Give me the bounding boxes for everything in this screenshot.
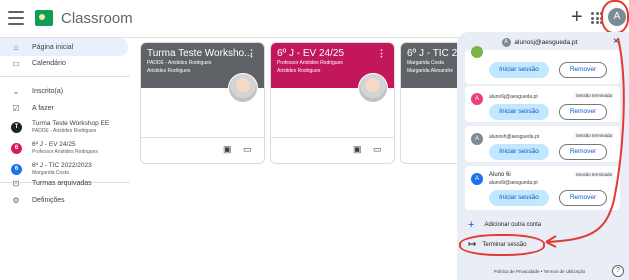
- sidebar-class-item[interactable]: 6 6º J - EV 24/25 Professor Aristides Ro…: [0, 137, 130, 159]
- login-button[interactable]: Iniciar sessão: [489, 144, 549, 160]
- remove-button[interactable]: Remover: [559, 62, 607, 78]
- sidebar-class-item[interactable]: T Turma Teste Workshop EE PADDE - Aristi…: [0, 116, 130, 138]
- remove-button[interactable]: Remover: [559, 190, 607, 206]
- add-account-button[interactable]: + Adicionar outra conta: [465, 219, 541, 231]
- class-avatar: 6: [11, 163, 22, 175]
- sidebar-item-label: Turmas arquivadas: [32, 179, 92, 187]
- account-email: aluno6i@aesgueda.pt: [489, 180, 538, 186]
- enrolled-icon: ⌄: [12, 86, 20, 96]
- sidebar-item-enrolled[interactable]: ⌄ Inscrito(a): [0, 82, 130, 100]
- popup-avatar: A: [501, 38, 511, 47]
- login-button[interactable]: Iniciar sessão: [489, 104, 549, 120]
- account-entry: A alunosh@aesgueda.pt Sessão terminada I…: [465, 126, 620, 162]
- account-entry: Iniciar sessão Remover: [465, 46, 620, 84]
- popup-footer[interactable]: Política de Privacidade • Termos de Util…: [457, 269, 622, 274]
- class-avatar: 6: [11, 142, 22, 154]
- annotation-circle-avatar: [601, 0, 629, 34]
- account-entry: A aluno6j@aesgueda.pt Sessão terminada I…: [465, 86, 620, 122]
- card-title[interactable]: 6º J - EV 24/25: [277, 48, 388, 59]
- teacher-photo: [358, 73, 388, 103]
- sidebar: ⌂ Página inicial ▭ Calendário ⌄ Inscrito…: [0, 38, 130, 280]
- folder-icon[interactable]: ▭: [243, 144, 252, 155]
- create-join-button[interactable]: +: [571, 7, 583, 27]
- status-badge: Sessão terminada: [573, 133, 614, 138]
- account-avatar: A: [471, 133, 483, 145]
- folder-icon[interactable]: ▭: [373, 144, 382, 155]
- account-entry: A Aluno 6i aluno6i@aesgueda.pt Sessão te…: [465, 166, 620, 210]
- sidebar-item-label: Calendário: [32, 59, 66, 67]
- sidebar-item-archived[interactable]: ⊡ Turmas arquivadas: [0, 174, 130, 192]
- account-avatar: A: [471, 173, 483, 185]
- card-subtitle: Professor Aristides Rodrigues: [277, 60, 343, 66]
- plus-icon: +: [468, 219, 475, 231]
- annotation-circle-logout: [459, 234, 545, 256]
- menu-icon[interactable]: [8, 11, 24, 25]
- class-card[interactable]: Turma Teste Worksho... PADDE - Aristides…: [140, 42, 265, 164]
- card-subtitle: PADDE - Aristides Rodrigues: [147, 60, 212, 66]
- sidebar-item-settings[interactable]: ⚙ Definições: [0, 191, 130, 209]
- help-icon[interactable]: ?: [612, 265, 624, 277]
- card-more-icon[interactable]: ⋮: [247, 48, 256, 59]
- home-icon: ⌂: [13, 42, 19, 52]
- class-name: Turma Teste Workshop EE: [32, 120, 110, 127]
- sidebar-divider: [0, 76, 130, 77]
- class-name: 6º J - EV 24/25: [32, 141, 76, 148]
- sidebar-item-label: Página inicial: [32, 43, 74, 51]
- sidebar-item-label: Definições: [32, 196, 65, 204]
- card-footer: ▣ ▭: [141, 137, 264, 163]
- close-icon[interactable]: ×: [613, 36, 619, 47]
- archive-icon: ⊡: [12, 178, 20, 188]
- card-more-icon[interactable]: ⋮: [377, 48, 386, 59]
- status-badge: Sessão terminada: [573, 172, 614, 177]
- sidebar-item-todo[interactable]: ☑ A fazer: [0, 99, 130, 117]
- account-email: alunosh@aesgueda.pt: [489, 134, 540, 140]
- settings-icon: ⚙: [12, 195, 20, 205]
- remove-button[interactable]: Remover: [559, 104, 607, 120]
- add-account-label: Adicionar outra conta: [484, 222, 542, 228]
- class-avatar: T: [11, 121, 22, 133]
- account-avatar: [471, 46, 483, 58]
- sidebar-item-label: Inscrito(a): [32, 87, 64, 95]
- sidebar-item-label: A fazer: [32, 104, 54, 112]
- login-button[interactable]: Iniciar sessão: [489, 62, 549, 78]
- todo-icon: ☑: [12, 103, 20, 113]
- status-badge: Sessão terminada: [573, 93, 614, 98]
- app-title[interactable]: Classroom: [61, 10, 133, 27]
- classroom-logo-icon[interactable]: [35, 10, 53, 26]
- popup-email: alunosj@aesgueda.pt: [514, 39, 578, 47]
- class-teacher: Professor Aristides Rodrigues: [32, 149, 98, 155]
- assignments-icon[interactable]: ▣: [353, 144, 362, 155]
- account-email: aluno6j@aesgueda.pt: [489, 94, 538, 100]
- teacher-photo: [228, 73, 258, 103]
- account-avatar: A: [471, 93, 483, 105]
- card-footer: ▣ ▭: [271, 137, 394, 163]
- calendar-icon: ▭: [12, 58, 20, 68]
- card-title[interactable]: Turma Teste Worksho...: [147, 48, 258, 59]
- remove-button[interactable]: Remover: [559, 144, 607, 160]
- assignments-icon[interactable]: ▣: [223, 144, 232, 155]
- class-name: 6º J - TIC 2022/2023: [32, 162, 92, 169]
- sidebar-item-calendar[interactable]: ▭ Calendário: [0, 54, 130, 72]
- class-card[interactable]: 6º J - EV 24/25 Professor Aristides Rodr…: [270, 42, 395, 164]
- account-name: Aluno 6i: [489, 172, 511, 178]
- popup-header: A alunosj@aesgueda.pt: [457, 38, 622, 47]
- login-button[interactable]: Iniciar sessão: [489, 190, 549, 206]
- class-teacher: PADDE - Aristides Rodrigues: [32, 128, 97, 134]
